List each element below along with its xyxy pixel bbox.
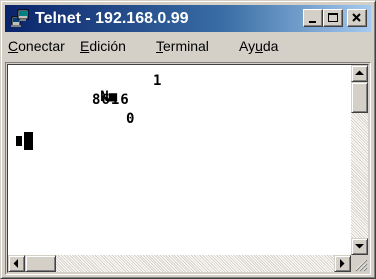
arrow-up-icon [355, 70, 364, 75]
horizontal-scroll-thumb[interactable] [25, 255, 56, 272]
maximize-button[interactable] [323, 9, 343, 27]
scroll-up-button[interactable] [351, 65, 368, 82]
vertical-scroll-thumb[interactable] [351, 82, 368, 113]
vertical-scrollbar[interactable] [351, 65, 368, 255]
telnet-window: Telnet - 192.168.0.99 Conectar Edición T… [0, 0, 376, 279]
arrow-left-icon [13, 259, 18, 268]
arrow-down-icon [355, 244, 364, 249]
menu-conectar-mnemonic: C [8, 38, 19, 54]
menu-edicion-mnemonic: E [80, 38, 90, 54]
terminal-marker [16, 136, 22, 146]
menu-terminal[interactable]: Terminal [156, 37, 209, 55]
menu-ayuda-label-start: Ay [239, 38, 256, 54]
terminal-line-1: N■ [16, 73, 117, 105]
window-title: Telnet - 192.168.0.99 [35, 10, 189, 27]
terminal-cursor [24, 132, 33, 150]
horizontal-scrollbar[interactable] [8, 255, 351, 272]
terminal-line-3: 0 [126, 111, 135, 127]
menu-bar: Conectar Edición Terminal Ayuda [5, 34, 371, 58]
close-button[interactable] [347, 9, 367, 27]
menu-ayuda-mnemonic: u [255, 38, 263, 54]
menu-conectar-label: onectar [18, 38, 65, 54]
minimize-icon [309, 21, 316, 23]
scroll-down-button[interactable] [351, 238, 368, 255]
maximize-icon [328, 13, 338, 22]
menu-ayuda[interactable]: Ayuda [239, 37, 278, 55]
menu-ayuda-label-end: da [262, 38, 279, 54]
menu-terminal-label: erminal [163, 38, 209, 54]
terminal-frame: N■ 1 8616 0 [5, 62, 371, 275]
minimize-button[interactable] [303, 9, 323, 27]
menu-conectar[interactable]: Conectar [8, 37, 65, 55]
terminal-viewport[interactable]: N■ 1 8616 0 [7, 64, 369, 273]
resize-grip-icon [355, 259, 368, 272]
menu-terminal-mnemonic: T [156, 38, 163, 54]
menu-edicion[interactable]: Edición [80, 37, 126, 55]
scroll-left-button[interactable] [8, 255, 25, 272]
close-icon [352, 13, 361, 22]
size-grip[interactable] [351, 255, 368, 272]
telnet-computer-icon[interactable] [10, 8, 30, 28]
scroll-right-button[interactable] [334, 255, 351, 272]
arrow-right-icon [340, 259, 345, 268]
title-bar[interactable]: Telnet - 192.168.0.99 [5, 5, 371, 32]
terminal-line-2: 8616 [92, 92, 130, 108]
terminal-screen[interactable]: N■ 1 8616 0 [14, 71, 340, 249]
terminal-line-1-value: 1 [153, 73, 162, 89]
menu-edicion-label: dición [89, 38, 126, 54]
